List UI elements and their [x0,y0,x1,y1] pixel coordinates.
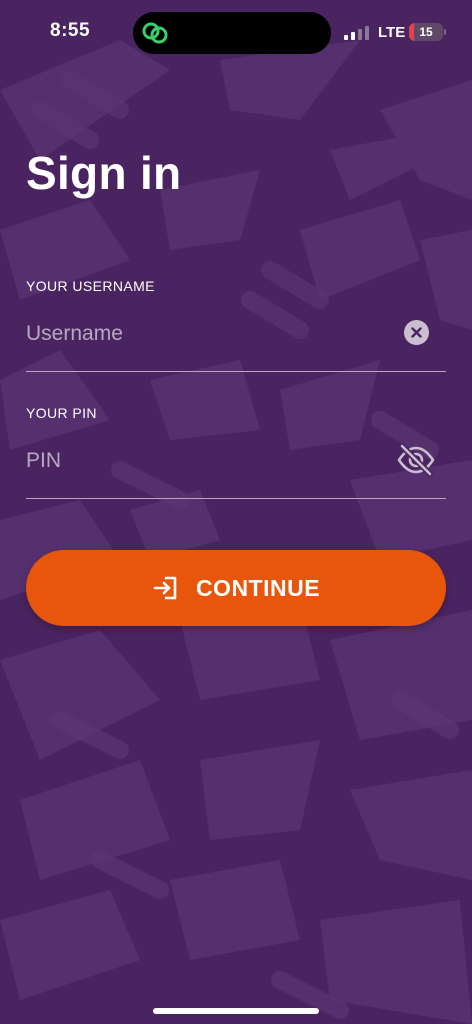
battery-level: 15 [419,25,433,39]
cellular-signal-icon [344,26,369,40]
clear-circle-icon [411,327,422,338]
username-underline [26,371,446,372]
status-time: 8:55 [50,20,91,41]
battery-icon: 15 [409,23,443,41]
continue-content: CONTINUE [26,550,446,626]
continue-label: CONTINUE [195,574,321,601]
login-arrow-icon [153,576,177,600]
battery-nub [444,29,446,35]
continue-button[interactable]: CONTINUE [26,550,446,626]
sign-in-screen: 8:55 LTE 15 Sign in YOUR USERNAME YOUR P… [0,0,472,1024]
pin-label: YOUR PIN [26,405,97,421]
link-rings-icon [142,22,168,44]
clear-username-button[interactable] [404,320,429,345]
page-title: Sign in [26,147,182,199]
username-label: YOUR USERNAME [26,278,155,294]
pin-underline [26,498,446,499]
status-bar: 8:55 LTE 15 [0,0,472,66]
pin-input[interactable] [26,443,386,479]
home-indicator[interactable] [153,1008,319,1014]
toggle-pin-visibility-button[interactable] [396,443,436,477]
dynamic-island [133,12,331,54]
network-type: LTE [378,24,406,41]
username-input[interactable] [26,316,386,352]
eye-slash-icon [397,443,435,477]
